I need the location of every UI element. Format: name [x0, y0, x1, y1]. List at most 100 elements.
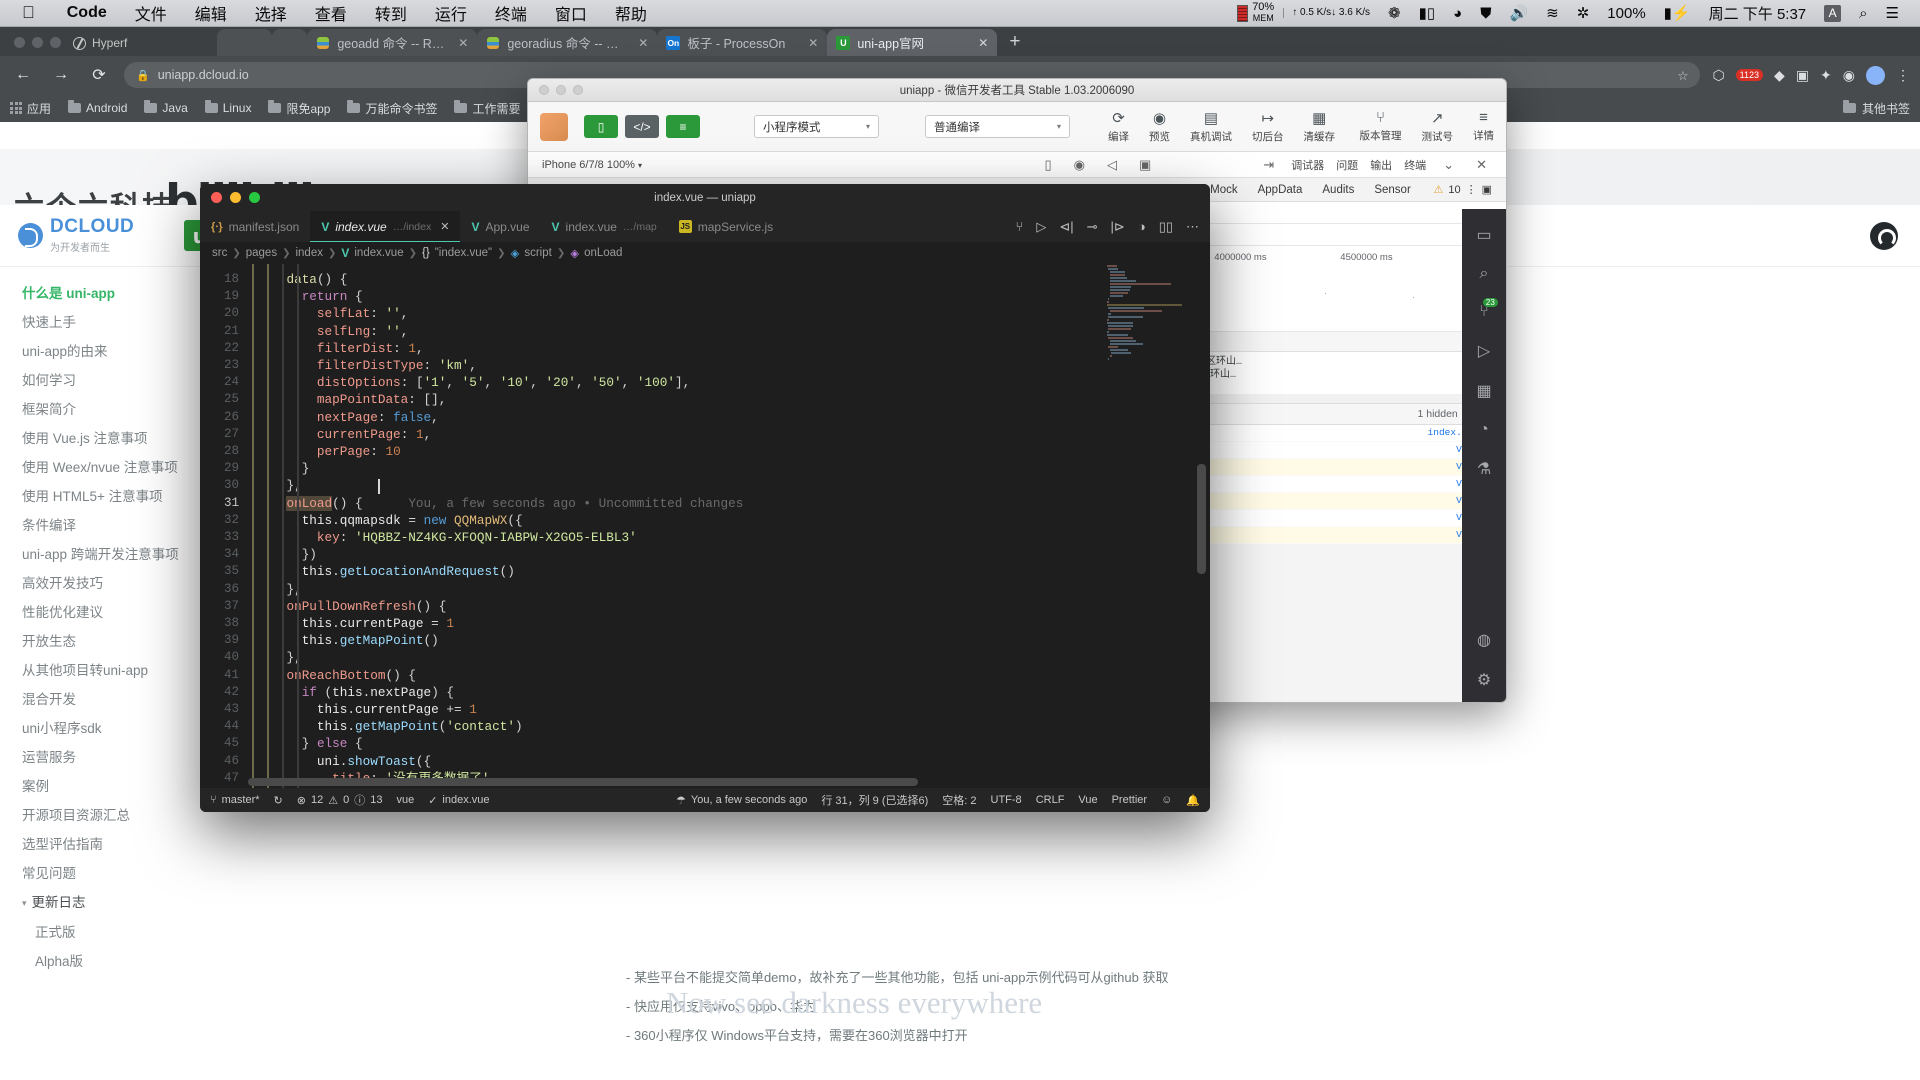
code-line[interactable]: perPage: 10 — [256, 443, 1210, 460]
run-icon[interactable]: ▷ — [1036, 219, 1046, 235]
editor-tab-manifest[interactable]: {∙} manifest.json — [200, 211, 310, 242]
device-select[interactable]: iPhone 6/7/8 100% ▾ — [542, 159, 642, 171]
dropbox-icon[interactable]: ❁ — [1379, 4, 1410, 22]
browser-tab-collapsed-2[interactable] — [272, 29, 307, 56]
code-line[interactable]: } — [256, 460, 1210, 477]
devtools-tab-problems[interactable]: 问题 — [1336, 157, 1358, 173]
sidebar-item[interactable]: 开源项目资源汇总 — [22, 801, 196, 830]
editor-toggle-icon[interactable]: </> — [625, 115, 659, 138]
breadcrumb-item[interactable]: "index.vue" — [435, 247, 492, 259]
gear-icon[interactable]: ⚙ — [1477, 670, 1491, 690]
sidebar-item[interactable]: 框架简介 — [22, 395, 196, 424]
sidebar-item[interactable]: 如何学习 — [22, 366, 196, 395]
extension-icon[interactable]: ⬡ — [1712, 67, 1724, 84]
new-tab-button[interactable]: + — [997, 31, 1032, 56]
close-tab-icon[interactable]: ✕ — [974, 36, 988, 50]
status-language-mode[interactable]: Vue — [1078, 794, 1097, 806]
sidebar-item[interactable]: 条件编译 — [22, 511, 196, 540]
dock-panel-icon[interactable]: ⇥ — [1258, 157, 1279, 173]
browser-tab[interactable]: georadius 命令 -- Redis中国用户组 ✕ — [477, 29, 657, 56]
code-line[interactable]: selfLat: '', — [256, 305, 1210, 322]
menu-item-run[interactable]: 运行 — [421, 1, 481, 25]
back-icon[interactable]: ← — [10, 66, 36, 84]
menu-item-edit[interactable]: 编辑 — [181, 1, 241, 25]
warning-indicator[interactable]: ⚠ 10 ⋮ ▣ — [1433, 183, 1492, 196]
volume-icon[interactable]: 🔊 — [1500, 4, 1537, 22]
menu-item-selection[interactable]: 选择 — [241, 1, 301, 25]
menu-item-go[interactable]: 转到 — [361, 1, 421, 25]
code-line[interactable]: if (this.nextPage) { — [256, 684, 1210, 701]
clock-icon[interactable]: ◕ — [1444, 5, 1471, 22]
forward-icon[interactable]: → — [48, 66, 74, 84]
breadcrumb-item[interactable]: src — [212, 247, 227, 259]
extension-icon[interactable]: ▣ — [1796, 67, 1809, 84]
browser-tab-collapsed-1[interactable] — [217, 29, 272, 56]
chevron-down-icon[interactable]: ⌄ — [1438, 157, 1459, 173]
code-line[interactable]: this.qqmapsdk = new QQMapWX({ — [256, 512, 1210, 529]
menu-item-file[interactable]: 文件 — [121, 1, 181, 25]
status-file[interactable]: ✓index.vue — [428, 794, 489, 807]
close-tab-icon[interactable]: ✕ — [454, 36, 468, 50]
code-line[interactable]: this.getMapPoint('contact') — [256, 718, 1210, 735]
source-control-icon[interactable]: ⑂23 — [1479, 303, 1489, 321]
horizontal-scrollbar[interactable] — [248, 778, 918, 786]
code-line[interactable]: currentPage: 1, — [256, 426, 1210, 443]
chrome-menu-icon[interactable]: ⋮ — [1896, 67, 1910, 84]
split-editor-icon[interactable]: ▯▯ — [1159, 219, 1173, 235]
code-line[interactable]: }, — [256, 477, 1210, 494]
close-panel-icon[interactable]: ✕ — [1471, 157, 1492, 173]
code-area[interactable]: data() { return { selfLat: '', selfLng: … — [248, 264, 1210, 788]
menu-item-window[interactable]: 窗口 — [541, 1, 601, 25]
close-tab-icon[interactable]: ✕ — [440, 220, 449, 233]
status-problems[interactable]: ⊗12 ⚠0 ⓘ13 — [297, 792, 383, 808]
status-indentation[interactable]: 空格: 2 — [942, 792, 976, 808]
extension-icon[interactable]: ◉ — [1843, 67, 1855, 84]
step-back-icon[interactable]: ⊲| — [1059, 219, 1073, 235]
menu-app-name[interactable]: Code — [53, 4, 121, 22]
wifi-icon[interactable]: ≋ — [1537, 4, 1568, 22]
vscode-code-editor[interactable]: 1819202122232425262728293031323334353637… — [200, 264, 1210, 788]
compile-type-select[interactable]: 普通编译 ▾ — [925, 115, 1070, 138]
tab-appdata[interactable]: AppData — [1258, 184, 1303, 196]
clear-cache-button[interactable]: ▦清缓存 — [1304, 109, 1336, 144]
minimize-window-button[interactable] — [32, 37, 43, 48]
close-tab-icon[interactable]: ✕ — [634, 36, 648, 50]
code-line[interactable]: mapPointData: [], — [256, 391, 1210, 408]
control-center-icon[interactable]: ☰ — [1877, 4, 1908, 22]
code-line[interactable]: key: 'HQBBZ-NZ4KG-XFOQN-IABPW-X2GO5-ELBL… — [256, 529, 1210, 546]
status-encoding[interactable]: UTF-8 — [991, 794, 1022, 806]
breadcrumb-item[interactable]: index.vue — [354, 247, 403, 259]
reload-icon[interactable]: ⟳ — [86, 65, 112, 85]
background-button[interactable]: ↦切后台 — [1252, 109, 1284, 144]
coverage-icon[interactable]: ◑ — [1138, 219, 1146, 234]
code-line[interactable]: }) — [256, 787, 1210, 788]
sidebar-item-what-is-uniapp[interactable]: 什么是 uni-app — [22, 279, 196, 308]
sidebar-item[interactable]: uni-app 跨端开发注意事项 — [22, 540, 196, 569]
breadcrumb-item[interactable]: script — [524, 247, 551, 259]
code-line[interactable]: this.currentPage = 1 — [256, 615, 1210, 632]
status-eol[interactable]: CRLF — [1036, 794, 1065, 806]
code-line[interactable]: distOptions: ['1', '5', '10', '20', '50'… — [256, 374, 1210, 391]
status-feedback-icon[interactable]: ☺ — [1161, 794, 1172, 806]
sidebar-item[interactable]: 开放生态 — [22, 627, 196, 656]
code-line[interactable]: }, — [256, 649, 1210, 666]
menu-bar-clock[interactable]: 周二 下午 5:37 — [1700, 3, 1816, 24]
tab-mock[interactable]: Mock — [1210, 184, 1237, 196]
bookmark-item[interactable]: Android — [68, 101, 127, 115]
debugger-toggle-icon[interactable]: ≡ — [666, 115, 700, 138]
sidebar-item[interactable]: 性能优化建议 — [22, 598, 196, 627]
menu-item-terminal[interactable]: 终端 — [481, 1, 541, 25]
bookmark-star-icon[interactable]: ☆ — [1677, 68, 1688, 83]
sidebar-item[interactable]: 使用 HTML5+ 注意事项 — [22, 482, 196, 511]
code-line[interactable]: onReachBottom() { — [256, 667, 1210, 684]
sidebar-item[interactable]: uni-app的由来 — [22, 337, 196, 366]
bookmark-item[interactable]: 工作需要 — [454, 100, 520, 117]
code-line[interactable]: filterDist: 1, — [256, 340, 1210, 357]
input-source-indicator[interactable]: A — [1815, 5, 1850, 22]
status-cursor-position[interactable]: 行 31，列 9 (已选择6) — [821, 792, 928, 808]
debug-stop-icon[interactable]: ⊸ — [1087, 219, 1098, 235]
code-line[interactable]: filterDistType: 'km', — [256, 357, 1210, 374]
bluetooth-icon[interactable]: ✲ — [1568, 4, 1599, 22]
devtools-tab-debugger[interactable]: 调试器 — [1291, 157, 1324, 173]
clock-icon[interactable]: ◔ — [1479, 421, 1489, 439]
